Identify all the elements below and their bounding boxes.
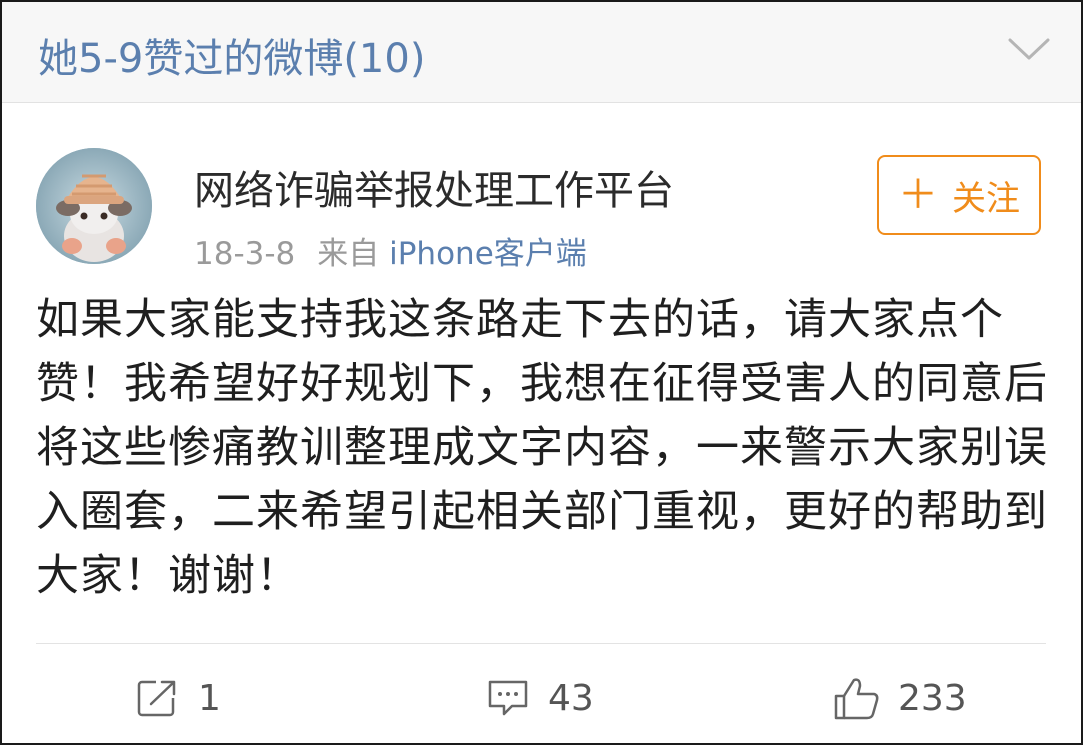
comment-count: 43 <box>548 677 594 719</box>
post-meta: 18-3-8 来自 iPhone客户端 <box>194 228 587 273</box>
divider <box>36 643 1046 644</box>
liked-posts-header[interactable]: 她5-9赞过的微博(10) <box>2 2 1081 103</box>
follow-label: 关注 <box>952 178 1020 219</box>
follow-button[interactable]: ＋ 关注 <box>877 155 1041 235</box>
comment-button[interactable]: 43 <box>486 668 594 728</box>
repost-button[interactable]: 1 <box>136 668 221 728</box>
bunny-hat-avatar-image <box>36 148 152 264</box>
post-content: 如果大家能支持我这条路走下去的话，请大家点个赞！我希望好好规划下，我想在征得受害… <box>36 295 1048 601</box>
avatar[interactable] <box>36 148 152 264</box>
plus-icon: ＋ <box>898 172 938 218</box>
source-prefix: 来自 <box>317 236 380 272</box>
post-source[interactable]: iPhone客户端 <box>389 236 587 272</box>
repost-count: 1 <box>198 677 221 719</box>
repost-icon <box>137 680 176 717</box>
like-count: 233 <box>898 677 967 719</box>
thumbs-up-icon <box>834 678 879 720</box>
author-name[interactable]: 网络诈骗举报处理工作平台 <box>194 158 674 216</box>
chevron-down-icon[interactable] <box>1007 34 1051 64</box>
post-date: 18-3-8 <box>194 236 296 272</box>
comment-icon <box>488 680 528 716</box>
like-button[interactable]: 233 <box>832 668 967 728</box>
header-title: 她5-9赞过的微博(10) <box>38 36 426 82</box>
